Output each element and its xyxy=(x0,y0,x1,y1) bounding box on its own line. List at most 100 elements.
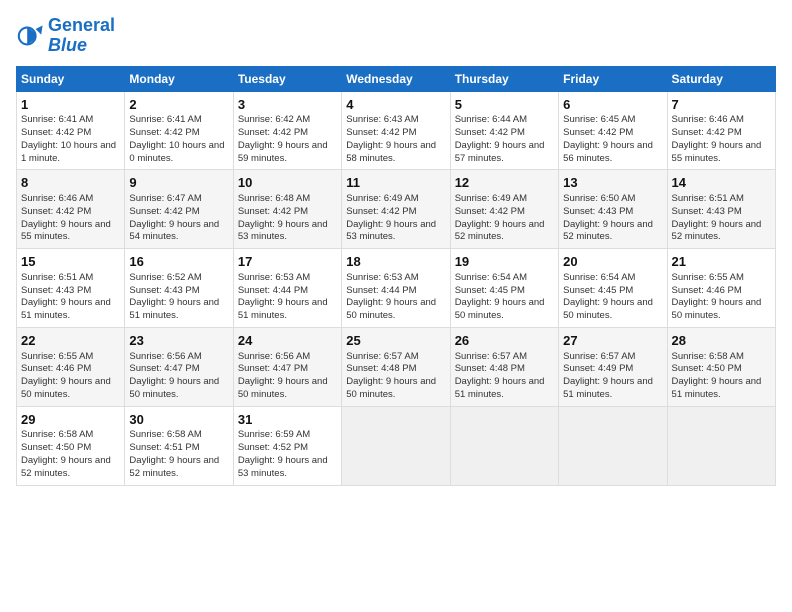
daylight-label: Daylight: 9 hours and 55 minutes. xyxy=(672,140,762,164)
weekday-header-tuesday: Tuesday xyxy=(233,66,341,91)
calendar-cell: 22 Sunrise: 6:55 AM Sunset: 4:46 PM Dayl… xyxy=(17,327,125,406)
daylight-label: Daylight: 9 hours and 52 minutes. xyxy=(21,455,111,479)
sunrise-label: Sunrise: 6:51 AM xyxy=(672,193,744,204)
sunrise-label: Sunrise: 6:55 AM xyxy=(21,351,93,362)
day-number: 7 xyxy=(672,96,771,114)
calendar-cell: 19 Sunrise: 6:54 AM Sunset: 4:45 PM Dayl… xyxy=(450,249,558,328)
calendar-cell xyxy=(342,406,450,485)
sunset-label: Sunset: 4:47 PM xyxy=(129,363,199,374)
day-number: 1 xyxy=(21,96,120,114)
sunset-label: Sunset: 4:42 PM xyxy=(455,127,525,138)
sunset-label: Sunset: 4:42 PM xyxy=(129,206,199,217)
daylight-label: Daylight: 9 hours and 54 minutes. xyxy=(129,219,219,243)
sunset-label: Sunset: 4:42 PM xyxy=(455,206,525,217)
calendar-cell: 20 Sunrise: 6:54 AM Sunset: 4:45 PM Dayl… xyxy=(559,249,667,328)
calendar-cell: 15 Sunrise: 6:51 AM Sunset: 4:43 PM Dayl… xyxy=(17,249,125,328)
calendar-cell: 4 Sunrise: 6:43 AM Sunset: 4:42 PM Dayli… xyxy=(342,91,450,170)
sunset-label: Sunset: 4:43 PM xyxy=(672,206,742,217)
sunrise-label: Sunrise: 6:43 AM xyxy=(346,114,418,125)
day-number: 31 xyxy=(238,411,337,429)
sunrise-label: Sunrise: 6:57 AM xyxy=(346,351,418,362)
calendar-cell: 9 Sunrise: 6:47 AM Sunset: 4:42 PM Dayli… xyxy=(125,170,233,249)
sunset-label: Sunset: 4:42 PM xyxy=(346,127,416,138)
day-number: 4 xyxy=(346,96,445,114)
calendar-cell: 24 Sunrise: 6:56 AM Sunset: 4:47 PM Dayl… xyxy=(233,327,341,406)
sunrise-label: Sunrise: 6:55 AM xyxy=(672,272,744,283)
sunrise-label: Sunrise: 6:46 AM xyxy=(672,114,744,125)
sunrise-label: Sunrise: 6:44 AM xyxy=(455,114,527,125)
day-number: 26 xyxy=(455,332,554,350)
daylight-label: Daylight: 9 hours and 50 minutes. xyxy=(346,376,436,400)
sunrise-label: Sunrise: 6:56 AM xyxy=(238,351,310,362)
sunrise-label: Sunrise: 6:41 AM xyxy=(129,114,201,125)
daylight-label: Daylight: 10 hours and 0 minutes. xyxy=(129,140,224,164)
day-number: 8 xyxy=(21,174,120,192)
sunset-label: Sunset: 4:50 PM xyxy=(21,442,91,453)
sunset-label: Sunset: 4:43 PM xyxy=(21,285,91,296)
daylight-label: Daylight: 9 hours and 53 minutes. xyxy=(238,219,328,243)
daylight-label: Daylight: 9 hours and 50 minutes. xyxy=(238,376,328,400)
day-number: 20 xyxy=(563,253,662,271)
sunrise-label: Sunrise: 6:56 AM xyxy=(129,351,201,362)
day-number: 14 xyxy=(672,174,771,192)
sunset-label: Sunset: 4:45 PM xyxy=(563,285,633,296)
sunset-label: Sunset: 4:42 PM xyxy=(238,206,308,217)
calendar-cell: 25 Sunrise: 6:57 AM Sunset: 4:48 PM Dayl… xyxy=(342,327,450,406)
sunset-label: Sunset: 4:49 PM xyxy=(563,363,633,374)
day-number: 17 xyxy=(238,253,337,271)
sunset-label: Sunset: 4:52 PM xyxy=(238,442,308,453)
calendar-cell: 12 Sunrise: 6:49 AM Sunset: 4:42 PM Dayl… xyxy=(450,170,558,249)
calendar-cell: 10 Sunrise: 6:48 AM Sunset: 4:42 PM Dayl… xyxy=(233,170,341,249)
day-number: 30 xyxy=(129,411,228,429)
daylight-label: Daylight: 9 hours and 52 minutes. xyxy=(455,219,545,243)
daylight-label: Daylight: 9 hours and 50 minutes. xyxy=(346,297,436,321)
sunset-label: Sunset: 4:50 PM xyxy=(672,363,742,374)
day-number: 13 xyxy=(563,174,662,192)
day-number: 24 xyxy=(238,332,337,350)
weekday-header-row: SundayMondayTuesdayWednesdayThursdayFrid… xyxy=(17,66,776,91)
calendar-cell: 23 Sunrise: 6:56 AM Sunset: 4:47 PM Dayl… xyxy=(125,327,233,406)
daylight-label: Daylight: 9 hours and 50 minutes. xyxy=(129,376,219,400)
calendar-cell: 3 Sunrise: 6:42 AM Sunset: 4:42 PM Dayli… xyxy=(233,91,341,170)
sunset-label: Sunset: 4:42 PM xyxy=(346,206,416,217)
day-number: 11 xyxy=(346,174,445,192)
day-number: 9 xyxy=(129,174,228,192)
daylight-label: Daylight: 9 hours and 52 minutes. xyxy=(563,219,653,243)
daylight-label: Daylight: 9 hours and 52 minutes. xyxy=(129,455,219,479)
daylight-label: Daylight: 9 hours and 59 minutes. xyxy=(238,140,328,164)
sunset-label: Sunset: 4:48 PM xyxy=(455,363,525,374)
sunset-label: Sunset: 4:42 PM xyxy=(238,127,308,138)
sunrise-label: Sunrise: 6:49 AM xyxy=(346,193,418,204)
day-number: 19 xyxy=(455,253,554,271)
sunset-label: Sunset: 4:42 PM xyxy=(563,127,633,138)
calendar-cell: 31 Sunrise: 6:59 AM Sunset: 4:52 PM Dayl… xyxy=(233,406,341,485)
sunset-label: Sunset: 4:47 PM xyxy=(238,363,308,374)
sunset-label: Sunset: 4:43 PM xyxy=(563,206,633,217)
calendar-cell: 30 Sunrise: 6:58 AM Sunset: 4:51 PM Dayl… xyxy=(125,406,233,485)
calendar-cell: 28 Sunrise: 6:58 AM Sunset: 4:50 PM Dayl… xyxy=(667,327,775,406)
daylight-label: Daylight: 9 hours and 57 minutes. xyxy=(455,140,545,164)
daylight-label: Daylight: 9 hours and 55 minutes. xyxy=(21,219,111,243)
calendar-week-3: 15 Sunrise: 6:51 AM Sunset: 4:43 PM Dayl… xyxy=(17,249,776,328)
weekday-header-saturday: Saturday xyxy=(667,66,775,91)
sunrise-label: Sunrise: 6:51 AM xyxy=(21,272,93,283)
weekday-header-thursday: Thursday xyxy=(450,66,558,91)
sunset-label: Sunset: 4:42 PM xyxy=(672,127,742,138)
sunrise-label: Sunrise: 6:41 AM xyxy=(21,114,93,125)
daylight-label: Daylight: 9 hours and 51 minutes. xyxy=(672,376,762,400)
sunset-label: Sunset: 4:46 PM xyxy=(672,285,742,296)
daylight-label: Daylight: 9 hours and 50 minutes. xyxy=(672,297,762,321)
day-number: 27 xyxy=(563,332,662,350)
sunset-label: Sunset: 4:42 PM xyxy=(21,206,91,217)
day-number: 28 xyxy=(672,332,771,350)
daylight-label: Daylight: 9 hours and 53 minutes. xyxy=(238,455,328,479)
day-number: 5 xyxy=(455,96,554,114)
daylight-label: Daylight: 9 hours and 52 minutes. xyxy=(672,219,762,243)
day-number: 10 xyxy=(238,174,337,192)
sunrise-label: Sunrise: 6:48 AM xyxy=(238,193,310,204)
page-container: General Blue SundayMondayTuesdayWednesda… xyxy=(0,0,792,494)
calendar-cell: 7 Sunrise: 6:46 AM Sunset: 4:42 PM Dayli… xyxy=(667,91,775,170)
sunrise-label: Sunrise: 6:54 AM xyxy=(563,272,635,283)
calendar-cell: 6 Sunrise: 6:45 AM Sunset: 4:42 PM Dayli… xyxy=(559,91,667,170)
calendar-cell xyxy=(667,406,775,485)
